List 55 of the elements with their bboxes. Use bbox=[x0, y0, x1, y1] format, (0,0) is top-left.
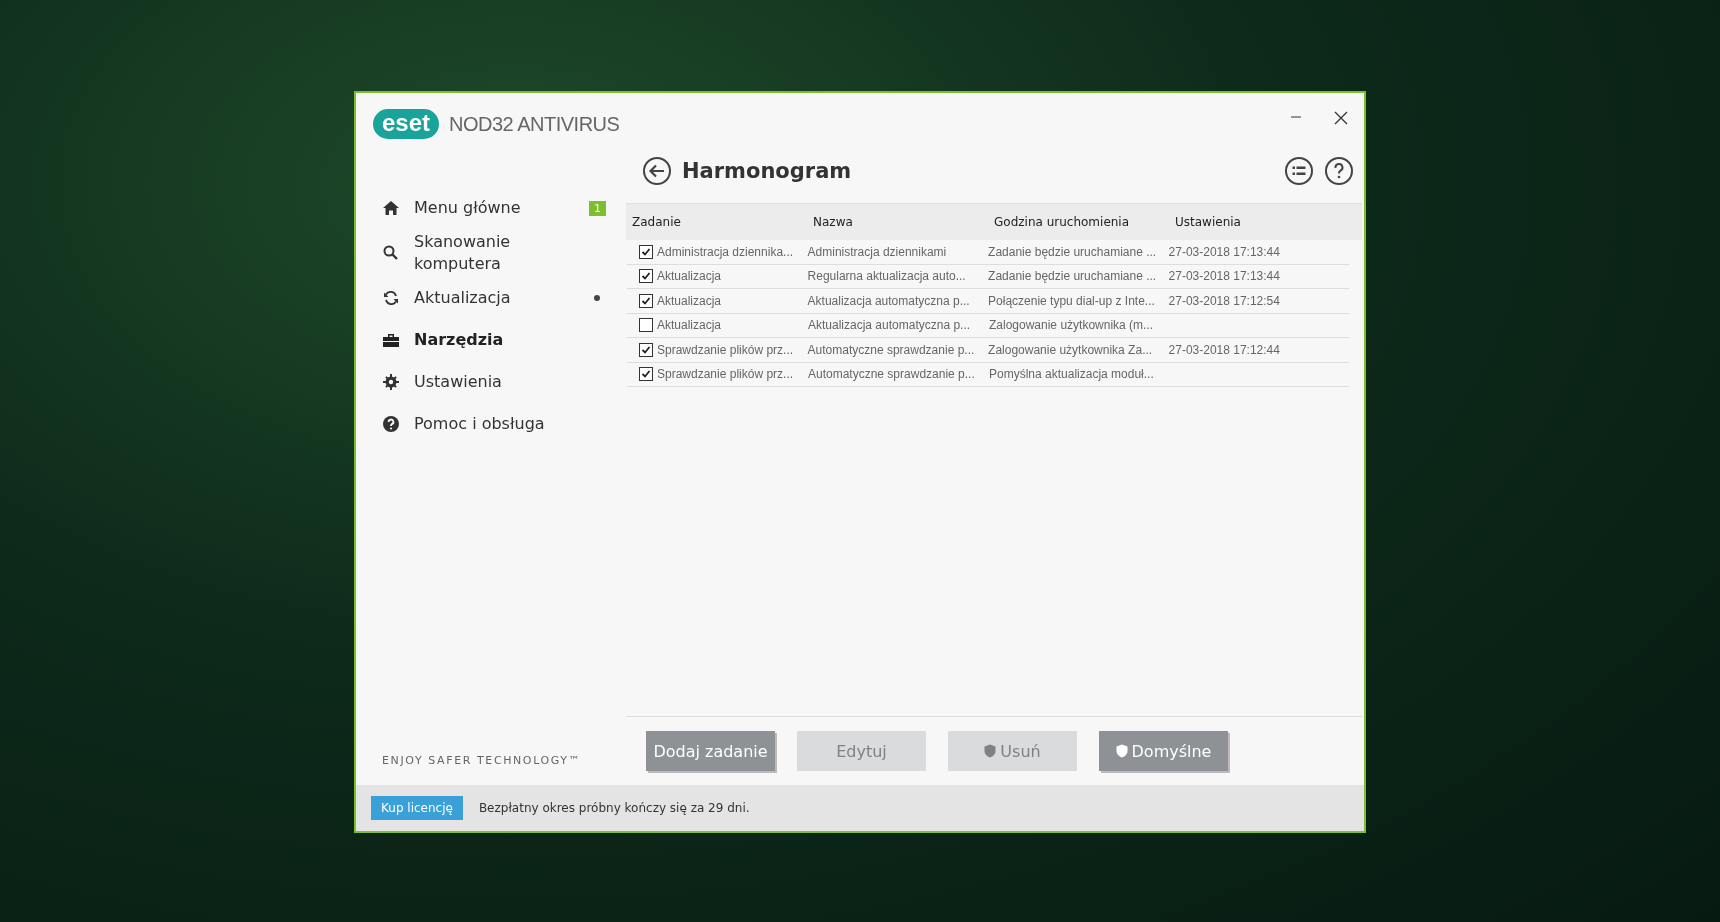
sidebar-item[interactable]: Skanowanie komputera bbox=[382, 231, 606, 275]
shield-icon bbox=[984, 744, 997, 758]
table-cell-text: Aktualizacja automatyczna p... bbox=[807, 293, 971, 308]
table-cell-text: Administracja dziennika... bbox=[657, 244, 795, 259]
help-icon bbox=[382, 415, 400, 433]
table-cell-text: Automatyczne sprawdzanie p... bbox=[807, 342, 976, 357]
table-cell-text: Aktualizacja automatyczna p... bbox=[808, 318, 972, 333]
table-cell-text: Sprawdzanie plików prz... bbox=[657, 342, 795, 357]
checkbox[interactable] bbox=[639, 318, 653, 333]
column-header[interactable]: Zadanie bbox=[626, 215, 807, 229]
column-header[interactable]: Ustawienia bbox=[1169, 215, 1350, 229]
tagline: ENJOY SAFER TECHNOLOGY™ bbox=[382, 754, 583, 767]
column-header[interactable]: Nazwa bbox=[807, 215, 988, 229]
table-cell-text: Zadanie będzie uruchamiane ... bbox=[988, 269, 1158, 284]
table-cell-text: 27-03-2018 17:12:54 bbox=[1168, 293, 1281, 308]
table-cell-text: Sprawdzanie plików prz... bbox=[657, 367, 795, 382]
table-cell-text: 27-03-2018 17:13:44 bbox=[1168, 269, 1281, 284]
checkbox[interactable] bbox=[639, 269, 653, 284]
table-cell-text: Aktualizacja bbox=[657, 318, 723, 333]
sidebar-item[interactable]: Ustawienia bbox=[382, 363, 606, 401]
settings-icon bbox=[382, 373, 400, 391]
checkbox[interactable] bbox=[639, 293, 653, 308]
table-cell-text: Pomyślna aktualizacja moduł... bbox=[989, 367, 1155, 382]
table-cell-text: Administracja dziennikami bbox=[807, 244, 948, 259]
checkbox[interactable] bbox=[639, 244, 653, 259]
help-icon[interactable] bbox=[1324, 156, 1354, 186]
sidebar-item[interactable]: Aktualizacja bbox=[382, 279, 606, 317]
table-cell-text: 27-03-2018 17:13:44 bbox=[1168, 244, 1281, 259]
table-cell-text: Zalogowanie użytkownika (m... bbox=[989, 318, 1155, 333]
sidebar-item[interactable]: Menu główne 1 bbox=[382, 189, 606, 227]
list-view-icon[interactable] bbox=[1284, 156, 1314, 186]
table-cell-text: Zadanie będzie uruchamiane ... bbox=[988, 244, 1158, 259]
page-title: Harmonogram bbox=[682, 159, 852, 183]
column-header[interactable]: Godzina uruchomienia bbox=[988, 215, 1169, 229]
notification-badge: 1 bbox=[589, 200, 606, 216]
toolbox-icon bbox=[382, 331, 400, 349]
search-icon bbox=[382, 244, 400, 262]
product-name: NOD32 ANTIVIRUS bbox=[449, 112, 620, 136]
eset-logo: eset bbox=[373, 109, 440, 139]
checkbox[interactable] bbox=[639, 367, 653, 382]
close-icon bbox=[1334, 111, 1348, 125]
table-cell-text: Automatyczne sprawdzanie p... bbox=[808, 367, 976, 382]
table-cell-text: Zalogowanie użytkownika Za... bbox=[988, 342, 1154, 357]
table-cell-text: 27-03-2018 17:12:44 bbox=[1168, 342, 1281, 357]
trial-message: Bezpłatny okres próbny kończy się za 29 dni. bbox=[478, 801, 750, 815]
table-cell-text: Połączenie typu dial-up z Inte... bbox=[988, 293, 1156, 308]
shield-icon bbox=[1115, 744, 1128, 758]
checkbox[interactable] bbox=[639, 342, 653, 357]
home-icon bbox=[382, 199, 400, 217]
table-cell-text: Regularna aktualizacja auto... bbox=[807, 269, 967, 284]
refresh-icon bbox=[382, 289, 400, 307]
table-cell-text: Aktualizacja bbox=[657, 269, 723, 284]
sidebar-item[interactable]: Narzędzia bbox=[382, 321, 606, 359]
sidebar-item[interactable]: Pomoc i obsługa bbox=[382, 405, 606, 443]
table-cell-text: Aktualizacja bbox=[657, 293, 723, 308]
